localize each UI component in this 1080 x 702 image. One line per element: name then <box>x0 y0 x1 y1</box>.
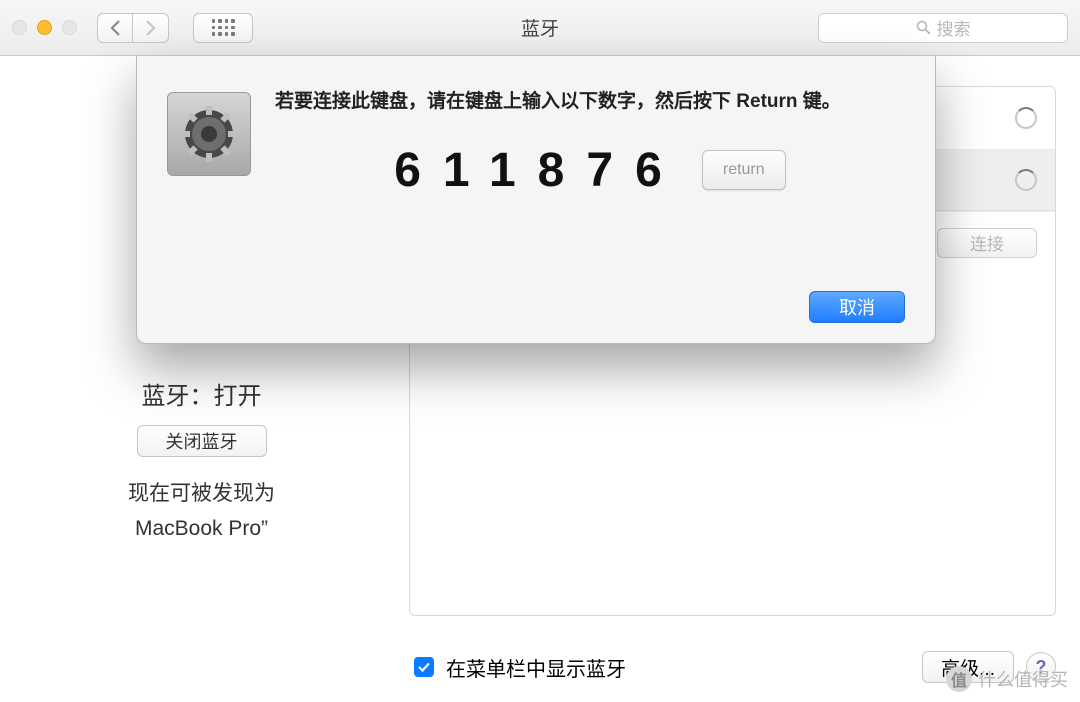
toggle-bluetooth-button[interactable]: 关闭蓝牙 <box>137 425 267 457</box>
watermark: 值 什么值得买 <box>946 666 1068 692</box>
dialog-body: 若要连接此键盘，请在键盘上输入以下数字，然后按下 Return 键。 61187… <box>275 88 905 323</box>
return-key-icon: return <box>702 150 786 190</box>
this-device-name: MacBook Pro” <box>24 517 379 541</box>
search-field[interactable]: 搜索 <box>818 13 1068 43</box>
bottom-bar: 在菜单栏中显示蓝牙 高级... ? <box>0 632 1080 702</box>
show-all-button[interactable] <box>193 13 253 43</box>
pairing-dialog: 若要连接此键盘，请在键盘上输入以下数字，然后按下 Return 键。 61187… <box>136 56 936 344</box>
system-preferences-icon <box>167 92 251 176</box>
zoom-window-icon[interactable] <box>62 20 77 35</box>
show-in-menubar-label: 在菜单栏中显示蓝牙 <box>446 653 626 682</box>
search-placeholder: 搜索 <box>937 15 971 40</box>
spinner-icon <box>1015 169 1037 191</box>
back-button[interactable] <box>97 13 133 43</box>
cancel-button[interactable]: 取消 <box>809 291 905 323</box>
pairing-code-row: 611876 return <box>275 143 905 198</box>
watermark-text: 什么值得买 <box>978 666 1068 692</box>
window-controls <box>12 20 77 35</box>
watermark-icon: 值 <box>946 666 972 692</box>
nav-back-forward <box>97 13 169 43</box>
minimize-window-icon[interactable] <box>37 20 52 35</box>
bluetooth-status-label: 蓝牙：打开 <box>24 376 379 411</box>
search-icon <box>916 20 931 35</box>
close-window-icon[interactable] <box>12 20 27 35</box>
forward-button[interactable] <box>133 13 169 43</box>
pairing-code: 611876 <box>394 143 684 198</box>
spinner-icon <box>1015 107 1037 129</box>
toolbar: 蓝牙 搜索 <box>0 0 1080 56</box>
grid-icon <box>212 19 235 36</box>
dialog-message: 若要连接此键盘，请在键盘上输入以下数字，然后按下 Return 键。 <box>275 88 905 117</box>
connect-button[interactable]: 连接 <box>937 228 1037 258</box>
show-in-menubar-checkbox[interactable] <box>414 657 434 677</box>
discoverable-label: 现在可被发现为 <box>24 477 379 507</box>
